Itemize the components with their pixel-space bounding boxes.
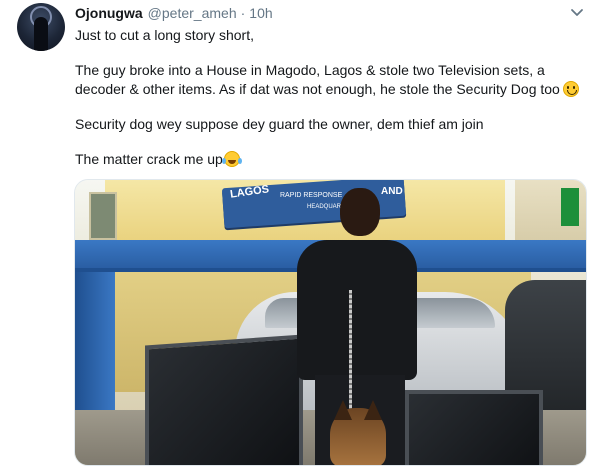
- face-with-tears-of-joy-emoji-icon: [221, 151, 240, 167]
- photo-tv-left: [145, 334, 303, 465]
- photo-dog-ear: [334, 400, 352, 420]
- photo-sign-text-4: AND: [381, 186, 403, 197]
- tweet-line-text: decoder & other items. As if dat was not…: [75, 81, 560, 97]
- tweet-photo[interactable]: LAGOS RAPID RESPONSE HEADQUARTERS AND: [74, 179, 587, 466]
- avatar-figure: [34, 17, 48, 51]
- tweet-header: Ojonugwa @peter_ameh · 10h: [75, 5, 273, 23]
- grinning-face-emoji-icon: [562, 81, 579, 97]
- chevron-down-icon[interactable]: [570, 8, 584, 18]
- timestamp[interactable]: 10h: [249, 5, 272, 21]
- avatar[interactable]: [17, 3, 65, 51]
- tweet-line: Just to cut a long story short,: [75, 27, 254, 43]
- tweet[interactable]: Ojonugwa @peter_ameh · 10h Just to cut a…: [0, 0, 599, 470]
- tweet-line: Security dog wey suppose dey guard the o…: [75, 116, 484, 132]
- user-handle[interactable]: @peter_ameh: [148, 5, 237, 21]
- tweet-line: The guy broke into a House in Magodo, La…: [75, 62, 545, 78]
- photo-tv-right: [405, 390, 543, 465]
- tweet-text: Just to cut a long story short, The guy …: [75, 26, 590, 169]
- display-name[interactable]: Ojonugwa: [75, 5, 143, 21]
- tweet-line: The matter crack me up: [75, 150, 590, 169]
- photo-flag: [561, 188, 579, 226]
- separator-dot: ·: [240, 5, 246, 21]
- tweet-line-text: The matter crack me up: [75, 151, 223, 167]
- tweet-line: decoder & other items. As if dat was not…: [75, 80, 590, 99]
- photo-dog-ear: [364, 400, 382, 420]
- photo-sign-text-2: RAPID RESPONSE: [280, 192, 343, 199]
- photo-person-head: [340, 188, 380, 236]
- photo-window: [89, 192, 117, 240]
- photo-person-torso: [297, 240, 417, 380]
